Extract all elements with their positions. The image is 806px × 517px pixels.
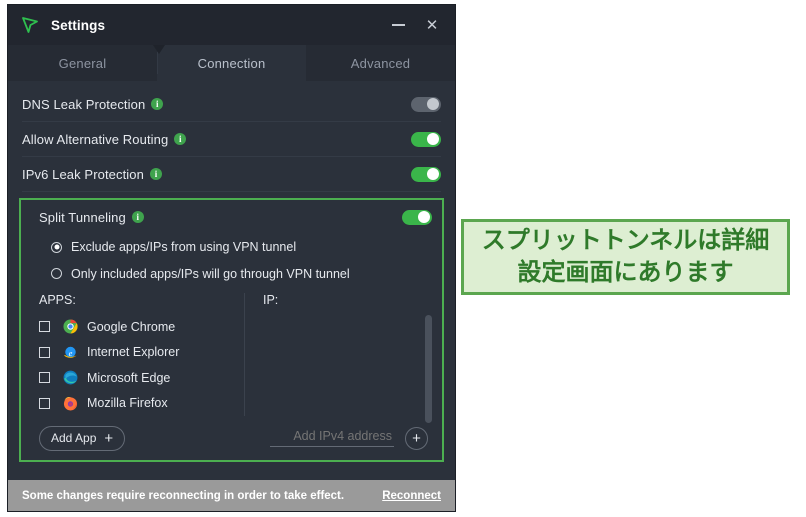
tab-advanced[interactable]: Advanced (306, 45, 455, 81)
minimize-button[interactable] (381, 10, 415, 40)
info-icon[interactable]: i (151, 98, 164, 110)
setting-row-allow-alternative-routing: Allow Alternative Routing i (22, 122, 441, 157)
toggle-ipv6-leak-protection[interactable] (411, 166, 441, 182)
settings-window: Settings ✕ General Connection Advanced D… (8, 5, 455, 511)
toggle-knob (418, 211, 430, 223)
info-icon[interactable]: i (174, 133, 187, 145)
app-name: Google Chrome (87, 319, 176, 334)
list-item[interactable]: e Internet Explorer (39, 340, 244, 365)
window-title: Settings (51, 17, 106, 33)
svg-text:e: e (69, 348, 73, 358)
setting-label: IPv6 Leak Protection (22, 166, 144, 182)
info-icon[interactable]: i (131, 211, 144, 223)
checkbox-internet-explorer[interactable] (39, 346, 50, 358)
list-item[interactable]: Mozilla Firefox (39, 391, 244, 416)
radio-label: Exclude apps/IPs from using VPN tunnel (71, 240, 297, 255)
app-name: Internet Explorer (87, 345, 180, 360)
ip-column-title: IP: (263, 293, 279, 308)
internet-explorer-icon: e (63, 345, 78, 360)
add-ip-area: + (270, 426, 442, 450)
ip-column: IP: (245, 293, 442, 424)
annotation-callout: スプリットトンネルは詳細 設定画面にあります (461, 219, 790, 295)
tab-strip: General Connection Advanced (8, 45, 455, 81)
status-message: Some changes require reconnecting in ord… (22, 489, 345, 502)
ip-list-scrollbar[interactable] (425, 315, 432, 424)
edge-icon (63, 370, 78, 385)
add-app-button[interactable]: Add App + (39, 425, 126, 451)
setting-label: DNS Leak Protection (22, 96, 146, 112)
list-item[interactable]: Google Chrome (39, 314, 244, 339)
app-name: Microsoft Edge (87, 370, 171, 385)
plus-icon: + (104, 429, 114, 447)
lists-area: APPS: Google Chrome e Internet Explorer … (21, 293, 442, 424)
toggle-split-tunneling[interactable] (402, 209, 432, 225)
tab-connection[interactable]: Connection (157, 45, 306, 81)
toggle-allow-alternative-routing[interactable] (411, 131, 441, 147)
radio-only-included-apps[interactable]: Only included apps/IPs will go through V… (21, 261, 442, 288)
reconnect-link[interactable]: Reconnect (382, 490, 441, 502)
checkbox-mozilla-firefox[interactable] (39, 397, 50, 409)
add-ip-input[interactable] (270, 429, 394, 447)
radio-button[interactable] (51, 241, 62, 253)
split-tunneling-label: Split Tunneling (39, 209, 126, 225)
checkbox-microsoft-edge[interactable] (39, 372, 50, 384)
panel-footer: Add App + + (21, 416, 442, 460)
checkbox-google-chrome[interactable] (39, 321, 50, 333)
tab-general[interactable]: General (8, 45, 157, 81)
close-icon[interactable]: ✕ (415, 10, 449, 40)
firefox-icon (63, 396, 78, 411)
status-bar: Some changes require reconnecting in ord… (8, 480, 455, 511)
radio-label: Only included apps/IPs will go through V… (71, 266, 350, 281)
toggle-knob (427, 98, 439, 110)
toggle-knob (427, 168, 439, 180)
radio-exclude-apps[interactable]: Exclude apps/IPs from using VPN tunnel (21, 234, 442, 261)
apps-column: APPS: Google Chrome e Internet Explorer … (21, 293, 245, 416)
toggle-dns-leak-protection[interactable] (411, 96, 441, 112)
toggle-knob (427, 133, 439, 145)
app-name: Mozilla Firefox (87, 396, 168, 411)
info-icon[interactable]: i (149, 168, 162, 180)
chrome-icon (63, 319, 78, 334)
add-ip-button[interactable]: + (405, 426, 428, 450)
title-bar: Settings ✕ (8, 5, 455, 45)
add-app-label: Add App (51, 431, 97, 445)
split-tunneling-panel: Split Tunneling i Exclude apps/IPs from … (19, 198, 444, 462)
setting-row-ipv6-leak-protection: IPv6 Leak Protection i (22, 157, 441, 192)
vpn-arrow-logo-icon (20, 15, 40, 35)
callout-line-1: スプリットトンネルは詳細 (481, 226, 770, 255)
setting-row-dns-leak-protection: DNS Leak Protection i (22, 87, 441, 122)
split-tunneling-header: Split Tunneling i (21, 200, 442, 234)
callout-line-2: 設定画面にあります (517, 258, 734, 286)
list-item[interactable]: Microsoft Edge (39, 365, 244, 390)
radio-button[interactable] (51, 268, 62, 280)
settings-content: DNS Leak Protection i Allow Alternative … (8, 81, 455, 480)
setting-label: Allow Alternative Routing (22, 131, 169, 147)
plus-icon: + (412, 429, 421, 447)
apps-column-title: APPS: (39, 293, 76, 308)
